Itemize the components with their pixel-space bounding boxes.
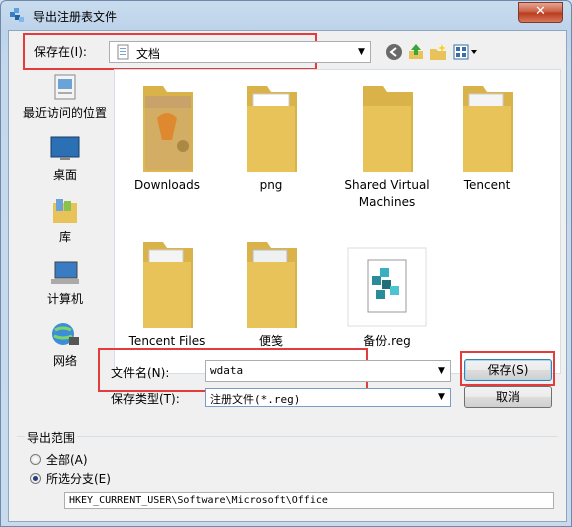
radio-all-label: 全部(A) [46, 453, 88, 467]
export-registry-dialog: 导出注册表文件 ✕ 保存在(I): 文档 ▼ 最近访问的位置 桌面 库 计算机 … [0, 0, 572, 527]
place-desktop[interactable]: 桌面 [16, 135, 114, 183]
documents-icon [117, 44, 129, 60]
folder-icon [363, 86, 413, 172]
file-item-notes[interactable]: 便笺 [219, 234, 323, 350]
desktop-icon [50, 136, 80, 160]
radio-selected-dot [33, 476, 38, 481]
folder-icon [143, 242, 193, 328]
place-label: 库 [58, 230, 71, 244]
filename-input[interactable]: wdata ▼ [205, 360, 451, 382]
file-item-shared-vms[interactable]: Shared Virtual Machines [331, 78, 443, 211]
file-name: png [259, 178, 283, 192]
chevron-down-icon[interactable]: ▼ [433, 361, 450, 381]
filetype-value: 注册文件(*.reg) [210, 393, 301, 406]
file-name: Downloads [134, 178, 200, 192]
folder-icon [463, 86, 513, 172]
network-icon [52, 323, 79, 345]
file-item-png[interactable]: png [219, 78, 323, 194]
save-in-label: 保存在(I): [34, 45, 87, 59]
back-icon[interactable] [385, 43, 403, 61]
downloads-folder-icon [143, 86, 193, 172]
place-recent[interactable]: 最近访问的位置 [16, 73, 114, 121]
folder-icon [247, 242, 297, 328]
library-icon [53, 199, 77, 223]
dialog-client-area: 保存在(I): 文档 ▼ 最近访问的位置 桌面 库 计算机 网络 Downloa… [8, 30, 567, 522]
radio-all[interactable] [30, 454, 41, 465]
new-folder-icon[interactable] [429, 43, 447, 61]
file-name: Shared Virtual Machines [344, 178, 430, 209]
place-label: 计算机 [46, 292, 83, 306]
reg-file-icon [347, 247, 427, 327]
file-name: Tencent [463, 178, 511, 192]
filetype-dropdown[interactable]: 注册文件(*.reg) ▼ [205, 388, 451, 407]
close-button[interactable]: ✕ [518, 2, 563, 23]
save-in-value: 文档 [136, 47, 161, 61]
file-item-backup-reg[interactable]: 备份.reg [331, 246, 443, 350]
cancel-button[interactable]: 取消 [464, 386, 552, 408]
file-list[interactable]: Downloads png Shared Virtual Machines Te… [114, 69, 561, 374]
radio-branch-label: 所选分支(E) [46, 472, 111, 486]
folder-icon [247, 86, 297, 172]
file-item-tencent[interactable]: Tencent [435, 78, 539, 194]
file-item-tencent-files[interactable]: Tencent Files [115, 234, 219, 350]
filename-label: 文件名(N): [111, 366, 170, 380]
filetype-label: 保存类型(T): [111, 392, 180, 406]
chevron-down-icon[interactable]: ▼ [353, 42, 370, 62]
save-in-dropdown[interactable]: 文档 ▼ [109, 41, 371, 63]
computer-icon [51, 261, 79, 284]
recent-places-icon [54, 74, 76, 100]
file-item-downloads[interactable]: Downloads [115, 78, 219, 194]
save-button[interactable]: 保存(S) [464, 359, 552, 381]
chevron-down-icon[interactable]: ▼ [433, 389, 450, 406]
place-label: 最近访问的位置 [22, 106, 107, 120]
place-label: 桌面 [52, 168, 77, 182]
regedit-icon [10, 8, 24, 22]
export-range-title: 导出范围 [25, 429, 78, 446]
radio-selected-branch[interactable] [30, 473, 41, 484]
place-library[interactable]: 库 [16, 197, 114, 245]
branch-path-field[interactable]: HKEY_CURRENT_USER\Software\Microsoft\Off… [64, 492, 554, 509]
window-title: 导出注册表文件 [33, 10, 118, 24]
view-menu-icon[interactable] [453, 43, 479, 61]
filename-value: wdata [210, 364, 244, 377]
export-range-group: 导出范围 全部(A) 所选分支(E) HKEY_CURRENT_USER\Sof… [17, 429, 558, 517]
title-bar[interactable]: 导出注册表文件 ✕ [1, 1, 571, 29]
place-computer[interactable]: 计算机 [16, 259, 114, 307]
places-bar: 最近访问的位置 桌面 库 计算机 网络 [16, 69, 114, 374]
up-folder-icon[interactable] [407, 43, 425, 61]
